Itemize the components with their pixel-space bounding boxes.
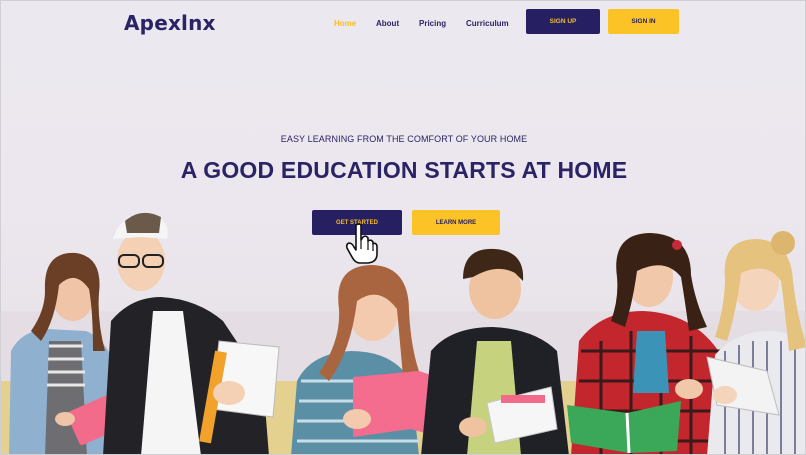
nav-item-curriculum[interactable]: Curriculum bbox=[466, 19, 509, 28]
nav-item-home[interactable]: Home bbox=[334, 19, 356, 28]
landing-page: Apexlnx Home About Pricing Curriculum SI… bbox=[0, 0, 806, 455]
nav-item-about[interactable]: About bbox=[376, 19, 399, 28]
nav-item-pricing[interactable]: Pricing bbox=[419, 19, 446, 28]
hero-eyebrow: EASY LEARNING FROM THE COMFORT OF YOUR H… bbox=[280, 134, 528, 144]
learn-more-button[interactable]: LEARN MORE bbox=[412, 210, 500, 235]
hero-headline: A GOOD EDUCATION STARTS AT HOME bbox=[180, 157, 628, 183]
site-header: Apexlnx Home About Pricing Curriculum SI… bbox=[1, 1, 805, 45]
student-5 bbox=[567, 233, 725, 454]
hand-pointer-icon bbox=[345, 223, 378, 264]
student-4 bbox=[421, 248, 569, 454]
sign-up-button[interactable]: SIGN UP bbox=[526, 9, 600, 34]
hero-students-image bbox=[1, 212, 805, 454]
sign-in-button[interactable]: SIGN IN bbox=[608, 9, 679, 34]
main-nav: Home About Pricing Curriculum bbox=[1, 19, 805, 31]
